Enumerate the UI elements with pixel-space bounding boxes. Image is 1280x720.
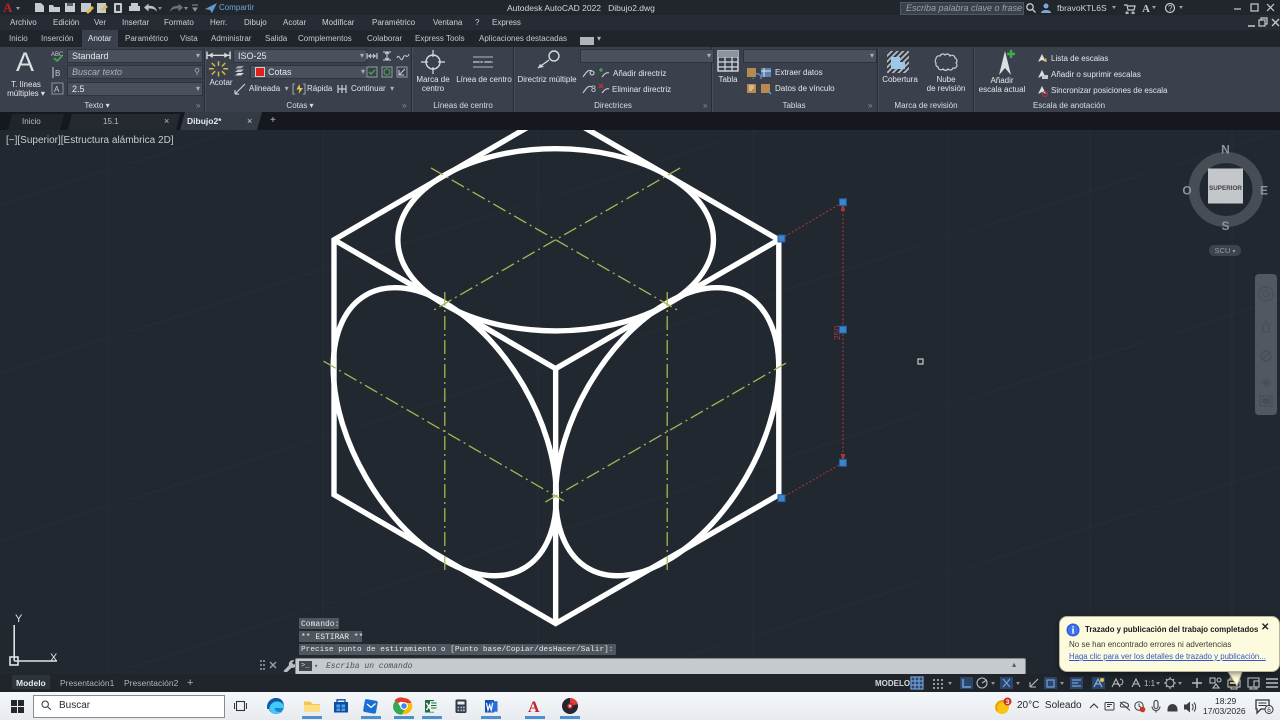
svg-text:ABC: ABC (51, 52, 64, 58)
svg-text:Y: Y (15, 613, 23, 625)
svg-text:N: N (1221, 143, 1230, 157)
svg-text:8: 8 (591, 84, 596, 94)
svg-text:B: B (55, 69, 60, 78)
svg-text:i: i (1072, 626, 1075, 637)
svg-text:X: X (50, 652, 58, 664)
svg-text:A: A (528, 699, 540, 715)
svg-text:1:1: 1:1 (1144, 679, 1156, 688)
svg-text:?: ? (1168, 4, 1173, 13)
svg-text:A: A (1142, 3, 1150, 14)
svg-text:3: 3 (1006, 699, 1010, 706)
svg-text:S: S (1221, 219, 1229, 233)
svg-text:E: E (1260, 184, 1268, 198)
svg-text:SUPERIOR: SUPERIOR (1209, 185, 1242, 192)
svg-text:A: A (54, 85, 60, 94)
svg-text:6: 6 (1267, 707, 1271, 714)
svg-text:O: O (1182, 184, 1191, 198)
svg-text:A: A (3, 0, 13, 15)
